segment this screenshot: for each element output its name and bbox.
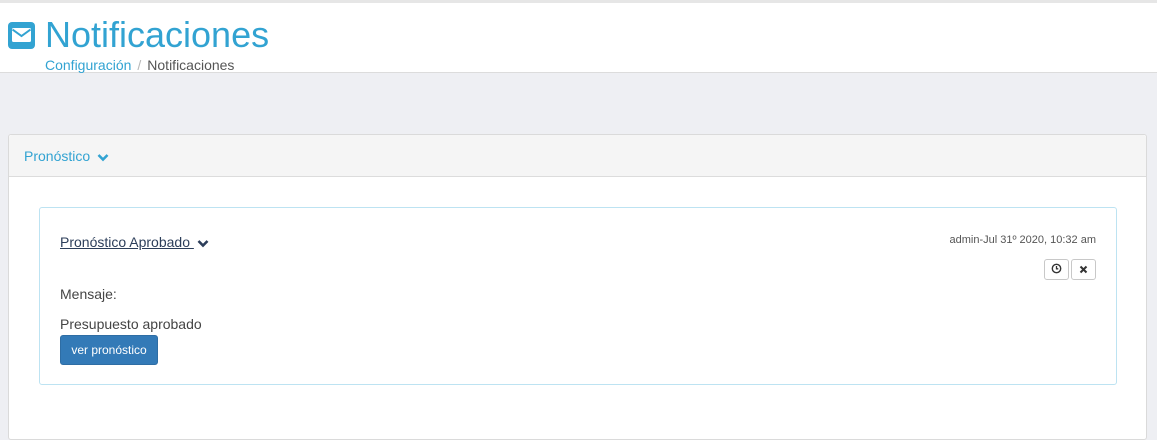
envelope-icon (8, 22, 35, 49)
notification-card: Pronóstico Aprobado admin-Jul 31º 2020, … (39, 207, 1117, 385)
breadcrumb-item-current: Notificaciones (147, 57, 235, 73)
chevron-down-icon (97, 149, 109, 165)
message-text: Presupuesto aprobado (60, 316, 202, 332)
section-toggle-pronostico[interactable]: Pronóstico (24, 148, 109, 165)
page-title: Notificaciones (45, 14, 270, 55)
close-icon (1079, 261, 1088, 279)
notification-meta: admin-Jul 31º 2020, 10:32 am (949, 234, 1097, 246)
message-label: Mensaje: (60, 286, 117, 302)
panel-heading: Pronóstico (9, 135, 1146, 177)
dismiss-button[interactable] (1071, 259, 1096, 280)
notification-actions (1044, 259, 1096, 280)
breadcrumb-item-configuracion[interactable]: Configuración (45, 57, 131, 73)
clock-icon (1051, 261, 1062, 279)
chevron-down-icon (197, 235, 209, 251)
page-header: Notificaciones Configuración / Notificacio… (0, 3, 1157, 73)
notifications-panel: Pronóstico Pronóstico Aprobado admin-Jul… (8, 134, 1147, 440)
section-label: Pronóstico (24, 148, 91, 164)
breadcrumb: Configuración / Notificaciones (45, 57, 234, 73)
notification-title-toggle[interactable]: Pronóstico Aprobado (60, 234, 209, 251)
snooze-button[interactable] (1044, 259, 1069, 280)
view-forecast-button[interactable]: ver pronóstico (60, 335, 158, 365)
breadcrumb-separator: / (137, 57, 142, 73)
notification-title: Pronóstico Aprobado (60, 234, 190, 250)
